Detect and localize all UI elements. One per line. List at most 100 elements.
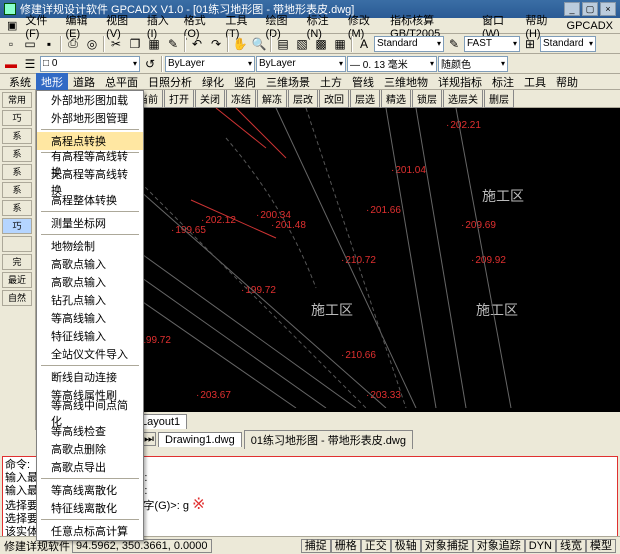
- doc-last-button[interactable]: ⏭: [142, 432, 156, 446]
- table-icon[interactable]: ⊞: [521, 35, 539, 53]
- color-dropdown[interactable]: ByLayer: [165, 56, 255, 72]
- menu-item-21[interactable]: 等高线中间点简化: [37, 404, 143, 422]
- block-icon[interactable]: ▩: [312, 35, 330, 53]
- app-menu-9[interactable]: 管线: [347, 73, 379, 91]
- left-btn-11[interactable]: 自然: [2, 290, 32, 306]
- menu-item-23[interactable]: 高歌点删除: [37, 440, 143, 458]
- menu-item-26[interactable]: 等高线离散化: [37, 481, 143, 499]
- menu-item-1[interactable]: 外部地形图管理: [37, 109, 143, 127]
- app-menu-13[interactable]: 工具: [519, 73, 551, 91]
- preview-icon[interactable]: ◎: [83, 35, 101, 53]
- doc-tab-1[interactable]: Drawing1.dwg: [158, 432, 242, 447]
- layer-btn-7[interactable]: 解冻: [257, 90, 287, 108]
- layer-btn-13[interactable]: 选层关: [443, 90, 483, 108]
- redo-icon[interactable]: ↷: [207, 35, 225, 53]
- menu-app[interactable]: GPCADX: [564, 20, 616, 32]
- left-btn-9[interactable]: 完: [2, 254, 32, 270]
- app-menu-8[interactable]: 土方: [315, 73, 347, 91]
- cut-icon[interactable]: ✂: [107, 35, 125, 53]
- menu-item-27[interactable]: 特征线离散化: [37, 499, 143, 517]
- status-cell-0[interactable]: 捕捉: [301, 539, 331, 553]
- design-icon[interactable]: ▧: [293, 35, 311, 53]
- menu-item-14[interactable]: 钻孔点输入: [37, 291, 143, 309]
- paste-icon[interactable]: ▦: [145, 35, 163, 53]
- std2-dropdown[interactable]: Standard: [540, 36, 596, 52]
- left-btn-10[interactable]: 最近: [2, 272, 32, 288]
- layer-btn-4[interactable]: 打开: [164, 90, 194, 108]
- app-menu-2[interactable]: 道路: [68, 73, 100, 91]
- red-layer-icon[interactable]: ▬: [2, 55, 20, 73]
- status-cell-6[interactable]: DYN: [525, 539, 556, 553]
- style-dropdown[interactable]: Standard: [374, 36, 444, 52]
- style-icon[interactable]: ✎: [445, 35, 463, 53]
- menu-item-16[interactable]: 特征线输入: [37, 327, 143, 345]
- dim-icon[interactable]: A: [355, 35, 373, 53]
- app-menu-0[interactable]: 系统: [4, 73, 36, 91]
- layer-btn-6[interactable]: 冻结: [226, 90, 256, 108]
- menu-item-13[interactable]: 高歌点输入: [37, 273, 143, 291]
- maximize-button[interactable]: ▢: [582, 2, 598, 16]
- app-menu-14[interactable]: 帮助: [551, 73, 583, 91]
- menu-item-19[interactable]: 断线自动连接: [37, 368, 143, 386]
- status-cell-3[interactable]: 极轴: [391, 539, 421, 553]
- app-menu-11[interactable]: 详规指标: [433, 73, 487, 91]
- status-cell-5[interactable]: 对象追踪: [473, 539, 525, 553]
- left-btn-0[interactable]: 常用: [2, 92, 32, 108]
- menu-item-0[interactable]: 外部地形图加载: [37, 91, 143, 109]
- menu-item-15[interactable]: 等高线输入: [37, 309, 143, 327]
- app-menu-icon[interactable]: ▣: [4, 19, 20, 32]
- left-btn-3[interactable]: 系: [2, 146, 32, 162]
- app-menu-1[interactable]: 地形: [36, 73, 68, 91]
- save-icon[interactable]: ▪: [40, 35, 58, 53]
- left-btn-2[interactable]: 系: [2, 128, 32, 144]
- app-menu-6[interactable]: 竖向: [229, 73, 261, 91]
- open-icon[interactable]: ▭: [21, 35, 39, 53]
- menu-item-17[interactable]: 全站仪文件导入: [37, 345, 143, 363]
- layer-mgr-icon[interactable]: ☰: [21, 55, 39, 73]
- app-menu-3[interactable]: 总平面: [100, 73, 143, 91]
- menu-item-24[interactable]: 高歌点导出: [37, 458, 143, 476]
- menu-item-9[interactable]: 测量坐标网: [37, 214, 143, 232]
- close-button[interactable]: ×: [600, 2, 616, 16]
- layer-btn-9[interactable]: 改回: [319, 90, 349, 108]
- left-btn-7[interactable]: 巧: [2, 218, 32, 234]
- menu-item-12[interactable]: 高歌点输入: [37, 255, 143, 273]
- layer-btn-12[interactable]: 锁层: [412, 90, 442, 108]
- pan-icon[interactable]: ✋: [231, 35, 249, 53]
- left-btn-1[interactable]: 巧: [2, 110, 32, 126]
- print-icon[interactable]: ⎙: [64, 35, 82, 53]
- undo-icon[interactable]: ↶: [188, 35, 206, 53]
- app-menu-10[interactable]: 三维地物: [379, 73, 433, 91]
- layer-btn-8[interactable]: 层改: [288, 90, 318, 108]
- layer-btn-10[interactable]: 层选: [350, 90, 380, 108]
- left-btn-5[interactable]: 系: [2, 182, 32, 198]
- layer-dropdown[interactable]: □ 0: [40, 56, 140, 72]
- status-cell-8[interactable]: 模型: [586, 539, 616, 553]
- copy-icon[interactable]: ❐: [126, 35, 144, 53]
- menu-item-6[interactable]: 无高程等高线转换: [37, 173, 143, 191]
- new-icon[interactable]: ▫: [2, 35, 20, 53]
- left-btn-6[interactable]: 系: [2, 200, 32, 216]
- ltype-dropdown[interactable]: ByLayer: [256, 56, 346, 72]
- status-cell-7[interactable]: 线宽: [556, 539, 586, 553]
- app-menu-12[interactable]: 标注: [487, 73, 519, 91]
- app-menu-5[interactable]: 绿化: [197, 73, 229, 91]
- left-btn-4[interactable]: 系: [2, 164, 32, 180]
- app-menu-7[interactable]: 三维场景: [261, 73, 315, 91]
- props-icon[interactable]: ▤: [274, 35, 292, 53]
- fast-dropdown[interactable]: FAST: [464, 36, 520, 52]
- minimize-button[interactable]: _: [564, 2, 580, 16]
- status-cell-4[interactable]: 对象捕捉: [421, 539, 473, 553]
- left-btn-8[interactable]: [2, 236, 32, 252]
- zoom-icon[interactable]: 🔍: [250, 35, 268, 53]
- app-menu-4[interactable]: 日照分析: [143, 73, 197, 91]
- plot-dropdown[interactable]: 随颜色: [438, 56, 508, 72]
- menu-item-29[interactable]: 任意点标高计算: [37, 522, 143, 540]
- prev-layer-icon[interactable]: ↺: [141, 55, 159, 73]
- doc-tab-2[interactable]: 01练习地形图 - 带地形表皮.dwg: [244, 430, 413, 449]
- layer-btn-11[interactable]: 精选: [381, 90, 411, 108]
- tool-icon[interactable]: ▦: [331, 35, 349, 53]
- menu-item-11[interactable]: 地物绘制: [37, 237, 143, 255]
- match-icon[interactable]: ✎: [164, 35, 182, 53]
- lweight-dropdown[interactable]: — 0. 13 毫米: [347, 56, 437, 72]
